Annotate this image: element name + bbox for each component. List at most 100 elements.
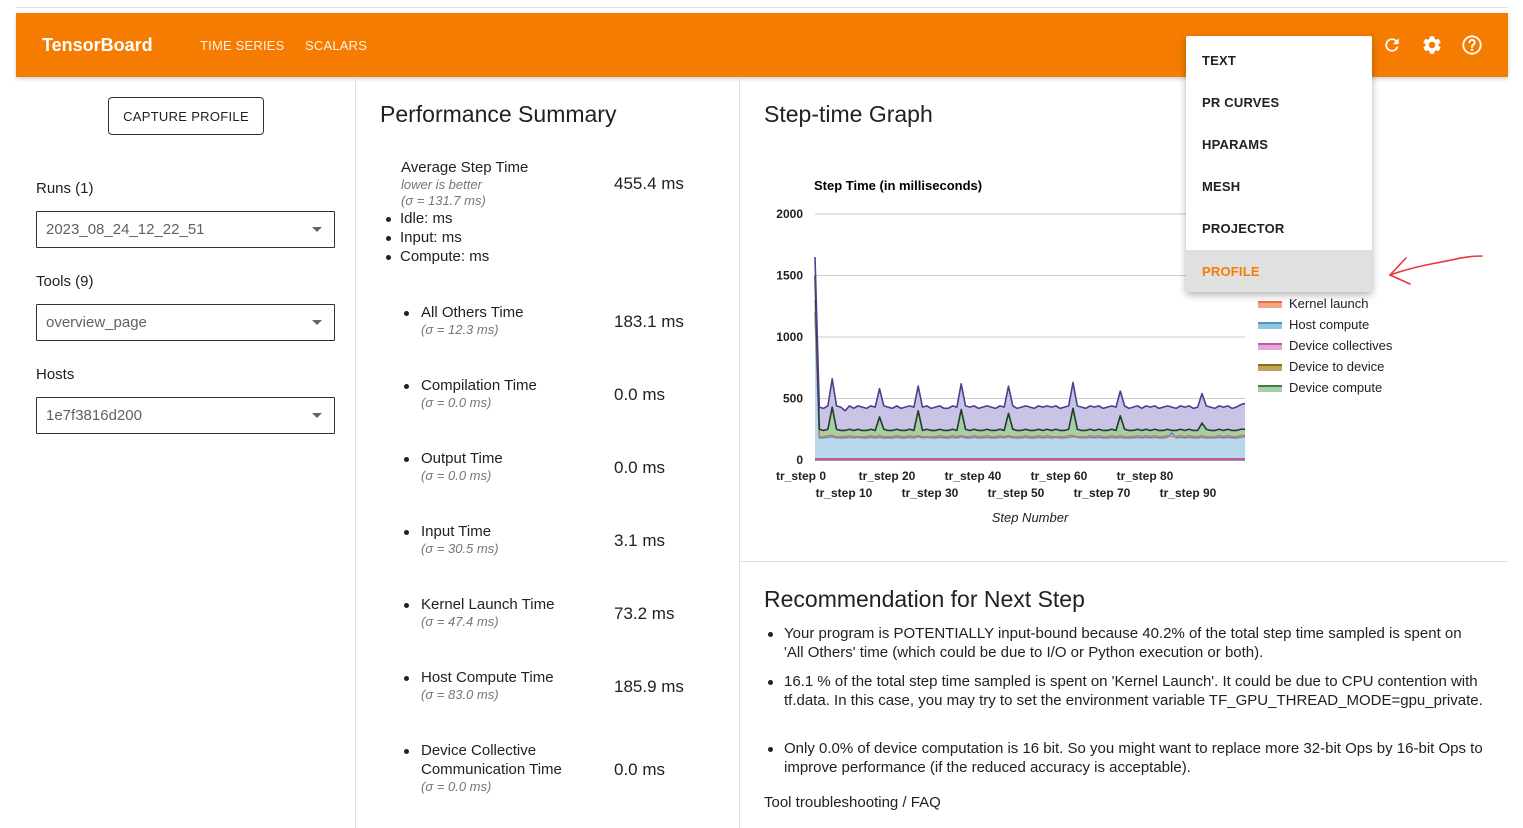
y-tick-label: 500	[783, 392, 803, 406]
average-step-time-value: 455.4 ms	[614, 174, 684, 193]
legend-label: Host compute	[1289, 317, 1370, 332]
runs-select[interactable]: 2023_08_24_12_22_51	[36, 211, 335, 248]
legend-swatch	[1258, 364, 1282, 371]
tools-select-value: overview_page	[46, 314, 147, 331]
x-axis-label: Step Number	[992, 510, 1069, 525]
recommendation-item: Only 0.0% of device computation is 16 bi…	[784, 740, 1483, 776]
menu-item-profile[interactable]: PROFILE	[1186, 250, 1372, 292]
menu-item-text[interactable]: TEXT	[1186, 39, 1372, 81]
runs-label: Runs (1)	[36, 180, 94, 197]
series-area-other	[815, 257, 1245, 431]
legend-swatch	[1258, 343, 1282, 350]
idle-line: Idle: ms	[400, 210, 453, 227]
tab-time-series[interactable]: TIME SERIES	[200, 38, 285, 53]
bullet	[404, 530, 409, 535]
tools-label: Tools (9)	[36, 273, 94, 290]
bullet	[404, 457, 409, 462]
y-tick-label: 1000	[776, 330, 803, 344]
performance-summary-title: Performance Summary	[380, 101, 617, 127]
legend-label: Kernel launch	[1289, 296, 1369, 311]
bullet	[768, 747, 773, 752]
output-time-value: 0.0 ms	[614, 458, 666, 477]
faq-link[interactable]: Tool troubleshooting / FAQ	[764, 794, 941, 811]
y-tick-label: 2000	[776, 207, 803, 221]
host-compute-time-value: 185.9 ms	[614, 677, 684, 696]
capture-profile-button[interactable]: CAPTURE PROFILE	[108, 97, 264, 135]
host-compute-time-label: Host Compute Time	[421, 669, 554, 686]
x-tick-label: tr_step 10	[816, 486, 873, 500]
all-others-time-label: All Others Time	[421, 304, 524, 321]
device-collective-time-label: Device Collective	[421, 742, 537, 759]
chevron-down-icon	[312, 320, 322, 325]
legend-label: Device compute	[1289, 380, 1383, 395]
input-time-value: 3.1 ms	[614, 531, 666, 550]
device-collective-time-value: 0.0 ms	[614, 760, 666, 779]
host-compute-time-sigma: (σ = 83.0 ms)	[421, 687, 499, 702]
all-others-time-sigma: (σ = 12.3 ms)	[421, 322, 499, 337]
bullet	[404, 749, 409, 754]
x-tick-label: tr_step 30	[902, 486, 959, 500]
x-tick-label: tr_step 90	[1160, 486, 1217, 500]
step-time-graph-title: Step-time Graph	[764, 101, 933, 127]
recommendation-item: 16.1 % of the total step time sampled is…	[784, 673, 1483, 709]
input-time-label: Input Time	[421, 523, 492, 540]
app-title: TensorBoard	[42, 35, 153, 55]
tab-scalars[interactable]: SCALARS	[305, 38, 367, 53]
help-icon[interactable]	[1460, 33, 1484, 57]
chevron-down-icon	[312, 227, 322, 232]
recommendation-title: Recommendation for Next Step	[764, 586, 1085, 612]
bullet	[386, 236, 391, 241]
output-time-sigma: (σ = 0.0 ms)	[421, 468, 492, 483]
legend-label: Device to device	[1289, 359, 1385, 374]
y-tick-label: 0	[796, 453, 803, 467]
hosts-select[interactable]: 1e7f3816d200	[36, 397, 335, 434]
chevron-down-icon	[312, 413, 322, 418]
menu-item-hparams[interactable]: HPARAMS	[1186, 123, 1372, 165]
legend-label: Device collectives	[1289, 338, 1393, 353]
output-time-label: Output Time	[421, 450, 503, 467]
compilation-time-value: 0.0 ms	[614, 385, 666, 404]
average-step-time-sigma: (σ = 131.7 ms)	[401, 193, 486, 208]
bullet	[404, 676, 409, 681]
menu-item-pr-curves[interactable]: PR CURVES	[1186, 81, 1372, 123]
tools-select[interactable]: overview_page	[36, 304, 335, 341]
bullet	[404, 311, 409, 316]
kernel-launch-time-value: 73.2 ms	[614, 604, 675, 623]
x-tick-label: tr_step 60	[1031, 469, 1088, 483]
series-line-total	[814, 257, 1246, 412]
settings-icon[interactable]	[1420, 33, 1444, 57]
x-tick-label: tr_step 70	[1074, 486, 1131, 500]
bullet	[386, 255, 391, 260]
menu-item-projector[interactable]: PROJECTOR	[1186, 207, 1372, 249]
section-divider	[740, 561, 1508, 562]
x-tick-label: tr_step 50	[988, 486, 1045, 500]
chart-areas	[814, 257, 1246, 460]
kernel-launch-time-label: Kernel Launch Time	[421, 596, 555, 613]
legend-swatch	[1258, 322, 1282, 329]
x-tick-label: tr_step 20	[859, 469, 916, 483]
bullet	[404, 603, 409, 608]
performance-summary-panel: Performance Summary Average Step Time lo…	[356, 77, 740, 828]
sidebar: CAPTURE PROFILE Runs (1) 2023_08_24_12_2…	[16, 77, 356, 828]
all-others-time-value: 183.1 ms	[614, 312, 684, 331]
runs-select-value: 2023_08_24_12_22_51	[46, 221, 205, 238]
chart-title: Step Time (in milliseconds)	[814, 178, 982, 193]
average-step-time-label: Average Step Time	[401, 159, 529, 176]
average-step-time-note: lower is better	[401, 177, 482, 192]
x-tick-label: tr_step 80	[1117, 469, 1174, 483]
hosts-select-value: 1e7f3816d200	[46, 407, 142, 424]
x-tick-label: tr_step 40	[945, 469, 1002, 483]
compute-line: Compute: ms	[400, 248, 490, 265]
device-collective-time-label-2: Communication Time	[421, 761, 562, 778]
annotation-arrow-icon	[1389, 255, 1483, 285]
refresh-icon[interactable]	[1380, 33, 1404, 57]
compilation-time-label: Compilation Time	[421, 377, 537, 394]
menu-item-mesh[interactable]: MESH	[1186, 165, 1372, 207]
x-axis: tr_step 0 tr_step 20 tr_step 40 tr_step 60 t…	[776, 469, 1217, 500]
recommendation-item: Your program is POTENTIALLY input-bound …	[784, 625, 1462, 661]
more-tabs-dropdown: TEXT PR CURVES HPARAMS MESH PROJECTOR PR…	[1186, 36, 1372, 292]
hosts-label: Hosts	[36, 366, 75, 383]
legend-swatch	[1258, 301, 1282, 308]
input-time-sigma: (σ = 30.5 ms)	[421, 541, 499, 556]
compilation-time-sigma: (σ = 0.0 ms)	[421, 395, 492, 410]
